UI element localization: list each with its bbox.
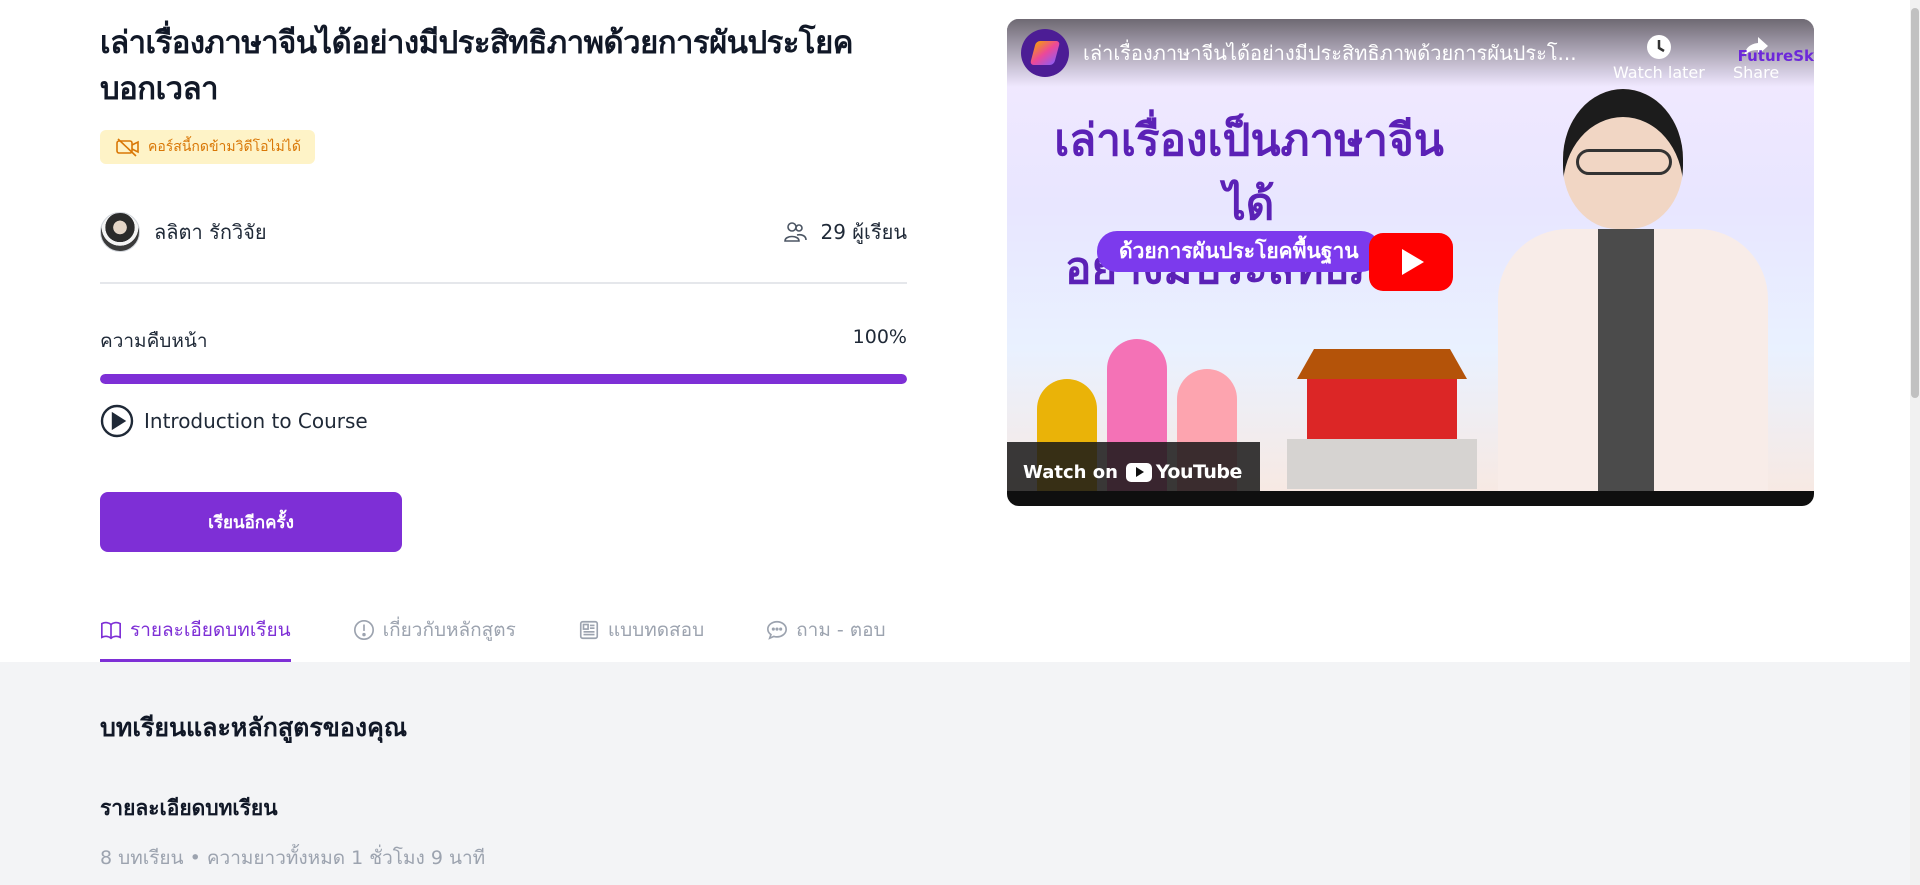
course-title: เล่าเรื่องภาษาจีนได้อย่างมีประสิทธิภาพด้… (100, 25, 853, 107)
no-skip-badge: คอร์สนี้กดข้ามวิดีโอไม่ได้ (100, 130, 315, 164)
book-icon (101, 621, 121, 640)
watch-on-youtube-link[interactable]: Watch on YouTube (1007, 442, 1260, 491)
current-lesson[interactable]: Introduction to Course (100, 404, 907, 438)
watch-on-label: Watch on (1023, 461, 1118, 483)
clock-icon (1646, 35, 1671, 59)
thumbnail-headline-line-1: เล่าเรื่องเป็นภาษาจีนได้ (1054, 115, 1444, 230)
palace-illustration (1287, 329, 1477, 489)
current-lesson-label: Introduction to Course (144, 409, 368, 433)
avatar (100, 212, 140, 252)
progress-header: ความคืบหน้า 100% (100, 326, 907, 356)
watch-later-label: Watch later (1613, 63, 1705, 82)
share-label: Share (1733, 63, 1780, 82)
video-player[interactable]: เล่าเรื่องเป็นภาษาจีนได้ อย่างมีประสิทธิ… (1007, 19, 1814, 506)
instructor[interactable]: ลลิตา รักวิจัย (100, 212, 267, 252)
play-icon (1402, 249, 1424, 275)
details-meta: 8 บทเรียน • ความยาวทั้งหมด 1 ชั่วโมง 9 น… (100, 847, 486, 869)
tab-qa-label: ถาม - ตอบ (796, 619, 886, 641)
progress-label: ความคืบหน้า (100, 330, 208, 352)
course-summary: เล่าเรื่องภาษาจีนได้อย่างมีประสิทธิภาพด้… (100, 0, 907, 552)
play-button[interactable] (1369, 233, 1453, 291)
play-circle-icon (100, 404, 134, 438)
instructor-name: ลลิตา รักวิจัย (154, 220, 267, 244)
tab-about-course-label: เกี่ยวกับหลักสูตร (382, 619, 516, 641)
brand-watermark: FutureSk (1737, 47, 1814, 65)
youtube-play-icon (1125, 462, 1152, 482)
progress-bar (100, 374, 907, 384)
details-heading: บทเรียนและหลักสูตรของคุณ (100, 713, 408, 742)
info-icon (353, 620, 374, 640)
video-top-bar: เล่าเรื่องภาษาจีนได้อย่างมีประสิทธิภาพด้… (1007, 19, 1814, 87)
progress-percent: 100% (852, 326, 907, 348)
course-tabs: รายละเอียดบทเรียน เกี่ยวกับหลักสูตร แบบท… (100, 598, 948, 662)
learner-count-label: 29 ผู้เรียน (820, 220, 908, 244)
tab-about-course[interactable]: เกี่ยวกับหลักสูตร (353, 598, 516, 662)
restart-course-button[interactable]: เรียนอีกครั้ง (100, 492, 402, 552)
instructor-row: ลลิตา รักวิจัย 29 ผู้เรียน (100, 212, 907, 252)
learner-count: 29 ผู้เรียน (783, 216, 908, 248)
channel-logo[interactable] (1021, 29, 1069, 77)
video-off-icon (116, 138, 139, 157)
lesson-details-panel: บทเรียนและหลักสูตรของคุณ รายละเอียดบทเรี… (0, 662, 1918, 885)
tab-lesson-details-label: รายละเอียดบทเรียน (130, 619, 291, 641)
tab-quiz-label: แบบทดสอบ (607, 619, 705, 641)
tab-quiz[interactable]: แบบทดสอบ (578, 598, 704, 662)
thumbnail-pill: ด้วยการผันประโยคพื้นฐาน (1097, 231, 1381, 272)
newspaper-icon (579, 620, 598, 640)
details-subheading: รายละเอียดบทเรียน (100, 796, 278, 820)
divider (100, 282, 907, 284)
tab-lesson-details[interactable]: รายละเอียดบทเรียน (100, 598, 291, 662)
youtube-logo: YouTube (1125, 461, 1242, 483)
users-icon (783, 222, 807, 242)
tab-qa[interactable]: ถาม - ตอบ (766, 598, 886, 662)
badge-label: คอร์สนี้กดข้ามวิดีโอไม่ได้ (148, 139, 301, 155)
video-title[interactable]: เล่าเรื่องภาษาจีนได้อย่างมีประสิทธิภาพด้… (1083, 37, 1603, 69)
video-thumbnail: เล่าเรื่องเป็นภาษาจีนได้ อย่างมีประสิทธิ… (1007, 19, 1814, 491)
page-scrollbar[interactable] (1910, 0, 1920, 885)
watch-later-button[interactable]: Watch later (1613, 33, 1705, 82)
youtube-wordmark: YouTube (1155, 461, 1242, 483)
scrollbar-thumb[interactable] (1911, 8, 1919, 398)
progress-bar-fill (100, 374, 907, 384)
presenter-photo (1488, 69, 1788, 491)
chat-icon (767, 620, 788, 640)
